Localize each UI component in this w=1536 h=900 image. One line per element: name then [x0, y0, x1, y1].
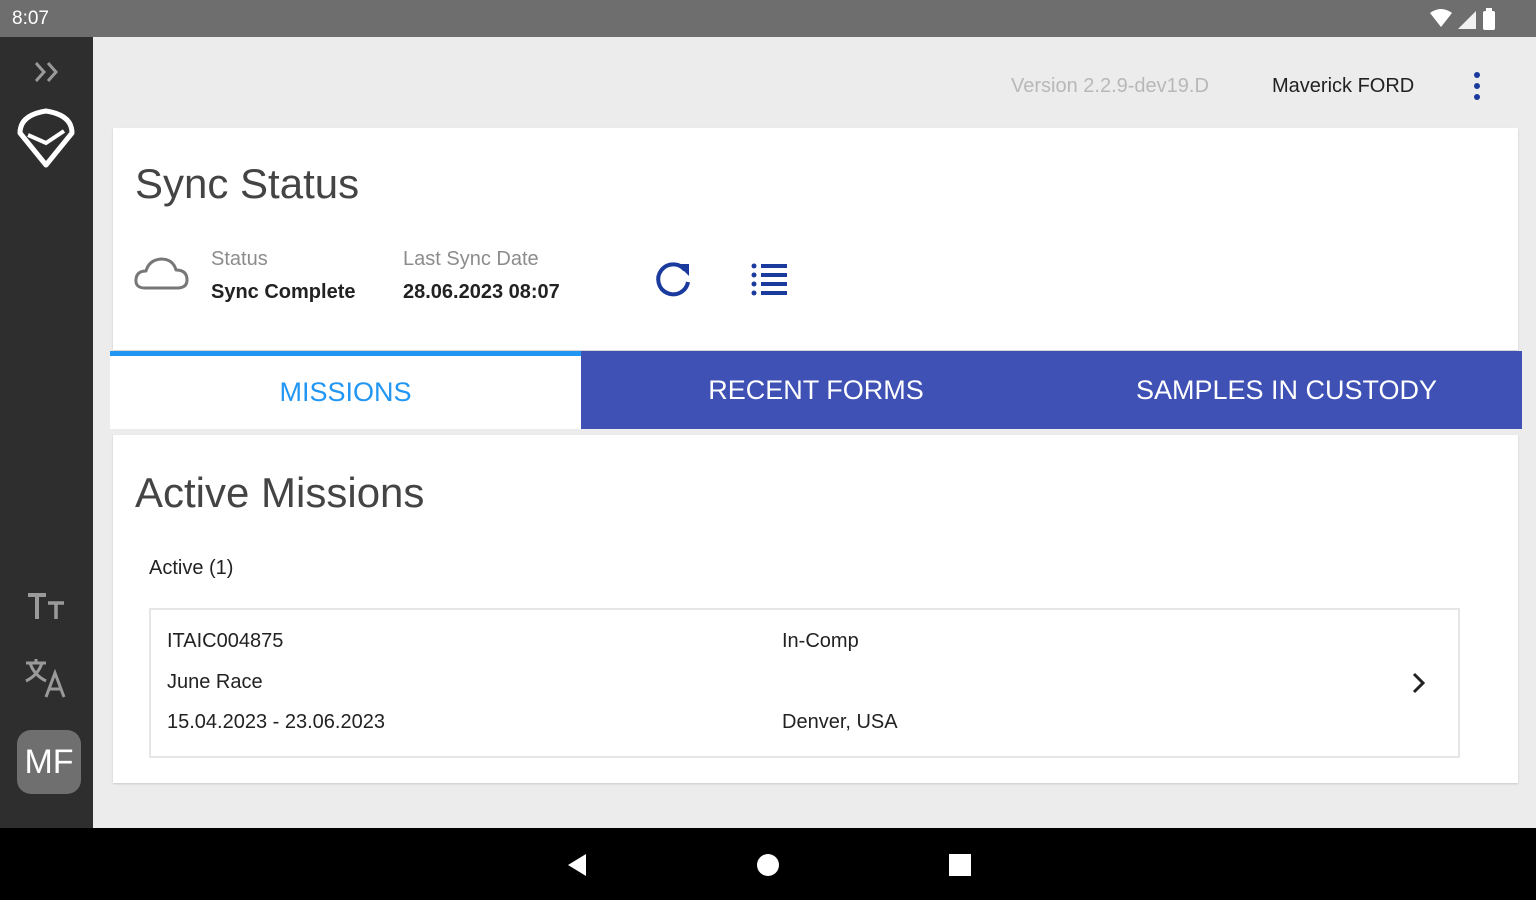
back-icon[interactable] [562, 850, 592, 880]
double-chevron-right-icon[interactable] [30, 57, 64, 87]
list-icon[interactable] [749, 258, 789, 298]
mission-location: Denver, USA [782, 711, 898, 733]
cellular-icon [1458, 11, 1476, 29]
sync-status-title: Sync Status [135, 160, 360, 207]
side-rail: MF [0, 37, 93, 828]
tab-bar: MISSIONS RECENT FORMS SAMPLES IN CUSTODY [110, 351, 1522, 429]
mission-name: June Race [167, 671, 263, 693]
app-logo [17, 108, 75, 168]
mission-type: In-Comp [782, 630, 859, 652]
mission-list-item[interactable]: ITAIC004875 June Race 15.04.2023 - 23.06… [149, 608, 1460, 758]
user-avatar[interactable]: MF [17, 730, 81, 794]
home-icon[interactable] [753, 850, 783, 880]
active-count-label: Active (1) [149, 557, 234, 579]
clock: 8:07 [12, 8, 49, 29]
main-content: Version 2.2.9-dev19.D Maverick FORD Sync… [93, 37, 1536, 828]
cloud-icon [134, 257, 189, 290]
mission-dates: 15.04.2023 - 23.06.2023 [167, 711, 385, 733]
recents-icon[interactable] [945, 850, 975, 880]
active-missions-heading: Active Missions [135, 469, 425, 516]
wifi-icon [1430, 9, 1452, 27]
system-icons [1430, 8, 1496, 30]
last-sync-value: 28.06.2023 08:07 [403, 281, 560, 303]
mission-id: ITAIC004875 [167, 630, 284, 652]
system-navigation-bar [0, 828, 1536, 900]
tab-samples-in-custody[interactable]: SAMPLES IN CUSTODY [1051, 351, 1522, 429]
refresh-icon[interactable] [651, 256, 695, 300]
text-size-icon[interactable] [26, 589, 66, 623]
more-vertical-icon[interactable] [1465, 69, 1489, 103]
tab-missions[interactable]: MISSIONS [110, 351, 581, 429]
chevron-right-icon[interactable] [1403, 668, 1433, 698]
active-missions-card: Active Missions Active (1) ITAIC004875 J… [113, 435, 1518, 783]
status-value: Sync Complete [211, 281, 356, 303]
sync-status-card: Sync Status Status Sync Complete Last Sy… [113, 128, 1518, 350]
tab-recent-forms[interactable]: RECENT FORMS [581, 351, 1051, 429]
translate-icon[interactable] [24, 655, 68, 699]
user-name: Maverick FORD [1272, 75, 1415, 97]
system-status-bar: 8:07 [0, 0, 1536, 37]
last-sync-label: Last Sync Date [403, 248, 539, 270]
app-version: Version 2.2.9-dev19.D [1011, 75, 1209, 97]
battery-icon [1483, 8, 1495, 30]
status-label: Status [211, 248, 268, 270]
